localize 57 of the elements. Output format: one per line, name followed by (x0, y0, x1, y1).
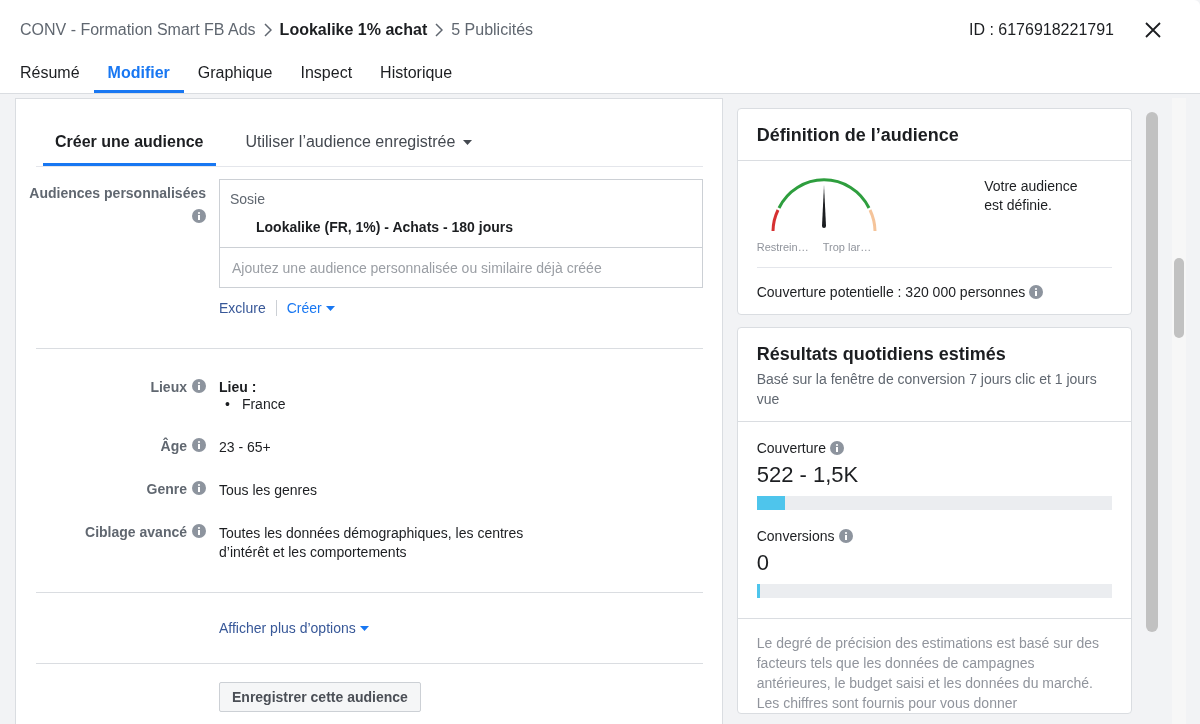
link[interactable]: Créer (286, 300, 335, 316)
chevron-icon (435, 23, 444, 37)
close-icon[interactable] (1144, 21, 1162, 39)
field-value: Toutes les données démographiques, les centres d’intérêt et les comportements (219, 524, 525, 562)
gauge-label: Restrein… (756, 241, 809, 253)
scrollbar-thumb[interactable] (1174, 258, 1185, 338)
caret-icon (359, 625, 369, 631)
list-item: France (241, 395, 286, 414)
info-icon (192, 209, 206, 223)
tab[interactable]: Graphique (183, 60, 287, 93)
link[interactable]: Exclure (219, 300, 266, 316)
breadcrumb-item[interactable]: CONV - Formation Smart FB Ads (20, 21, 256, 39)
info-icon (838, 529, 853, 543)
field-label: Ciblage avancé (85, 524, 187, 540)
info-icon (192, 524, 206, 538)
tab[interactable]: Inspect (286, 60, 367, 93)
audience-status: Votre audience est définie. (984, 177, 1079, 215)
audience-tab[interactable]: Utiliser l’audience enregistrée (233, 105, 485, 166)
disclaimer-text: Le degré de précision des estimations est basé sur des facteurs tels que les données de campagnes antérieures, le budget saisi et les données du marché. Les chiffres sont fournis pour vous donner (756, 634, 1101, 713)
metric-label: Couverture (756, 440, 826, 456)
audience-selector[interactable]: Sosie Lookalike (FR, 1%) - Achats - 180 jours Ajoutez une audience personnalisée ou similaire déjà créée (219, 179, 703, 288)
info-icon (1029, 285, 1044, 299)
field-value: Tous les genres (219, 481, 319, 500)
potential-reach: Couverture potentielle : 320 000 personnes (756, 284, 1026, 300)
bullet: • (225, 395, 230, 414)
selected-audience: Lookalike (FR, 1%) - Achats - 180 jours (255, 219, 514, 235)
scrollbar[interactable] (1146, 112, 1159, 632)
gauge-label: Trop lar… (822, 241, 872, 253)
field-label: Âge (160, 438, 187, 454)
tab[interactable]: Historique (366, 60, 467, 93)
card-title: Définition de l’audience (755, 124, 960, 147)
field-heading: Lieu : (219, 379, 258, 395)
metric-value: 0 (756, 550, 770, 576)
info-icon (192, 438, 206, 452)
info-icon (829, 441, 844, 455)
card-title: Résultats quotidiens estimés (756, 344, 1007, 365)
metric-value: 522 - 1,5K (756, 462, 860, 488)
breadcrumb-item[interactable]: Lookalike 1% achat (279, 21, 428, 39)
field-value: 23 - 65+ (219, 438, 272, 457)
caret-icon (325, 305, 335, 311)
field-label: Audiences personnalisées (29, 185, 206, 201)
field-label: Lieux (150, 379, 187, 395)
breadcrumb-item[interactable]: 5 Publicités (451, 21, 534, 39)
save-audience-button[interactable]: Enregistrer cette audience (219, 682, 421, 712)
card-subtitle: Basé sur la fenêtre de conversion 7 jours clic et 1 jours vue (756, 370, 1098, 409)
tab[interactable]: Modifier (93, 60, 184, 93)
id-label: ID : 6176918221791 (969, 21, 1114, 39)
metric-label: Conversions (756, 528, 835, 544)
tab[interactable]: Résumé (6, 60, 94, 93)
group-label: Sosie (230, 191, 267, 207)
more-options-link[interactable]: Afficher plus d’options (219, 620, 369, 636)
info-icon (192, 481, 206, 495)
field-label: Genre (146, 481, 187, 497)
audience-tab[interactable]: Créer une audience (43, 105, 216, 166)
info-icon (192, 379, 206, 393)
chevron-icon (263, 23, 272, 37)
caret-icon (463, 139, 473, 145)
